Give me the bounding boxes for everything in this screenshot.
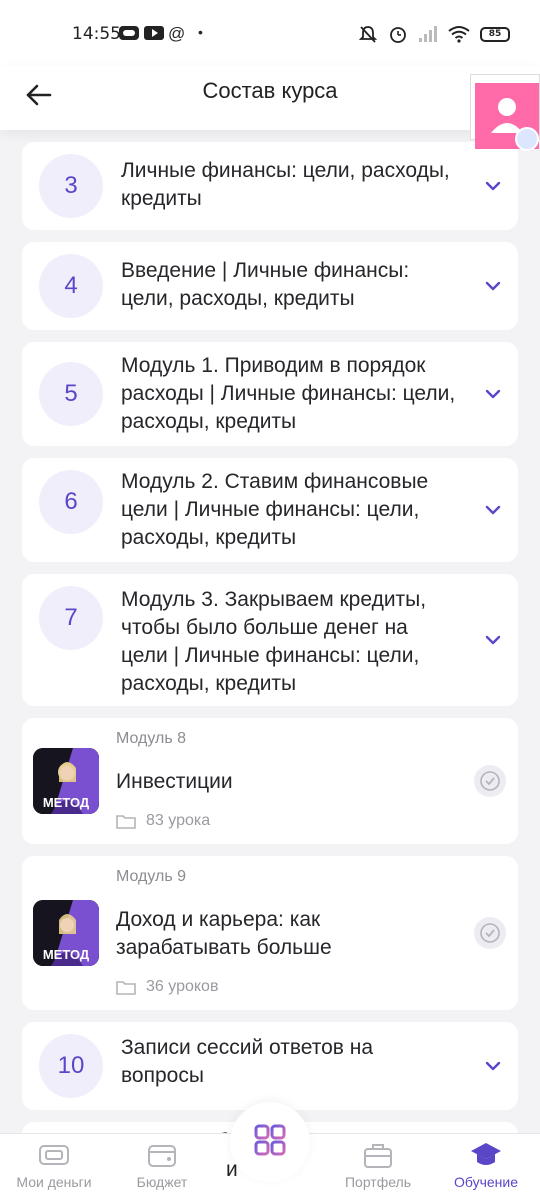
check-icon [474, 917, 506, 949]
bell-off-icon [358, 26, 378, 43]
module-lessons: 83 урока [116, 812, 210, 830]
module-thumb-text: МЕТОД [42, 795, 90, 810]
section-title: Модуль 3. Закрываем кредиты, чтобы было … [121, 588, 427, 695]
module-thumbnail: МЕТОД [33, 900, 99, 966]
chevron-down-icon[interactable] [484, 634, 502, 646]
module-lessons: 36 уроков [116, 978, 218, 996]
section-number: 7 [39, 586, 103, 650]
section-title: Личные финансы: цели, расходы, кредиты [121, 159, 450, 210]
section-title: Записи сессий ответов на вопросы [121, 1036, 374, 1087]
status-bar: 14:55 @ • 85 [0, 0, 540, 66]
nav-label: Бюджет [136, 1174, 188, 1190]
chevron-down-icon[interactable] [484, 388, 502, 400]
center-grid-button[interactable] [230, 1102, 310, 1182]
nav-item-portfolio[interactable]: Портфель [324, 1140, 432, 1190]
section-card[interactable]: 5 Модуль 1. Приводим в порядок расходы |… [22, 342, 518, 446]
section-number: 3 [39, 154, 103, 218]
nav-item-learning[interactable]: Обучение [432, 1140, 540, 1190]
budget-icon [148, 1145, 176, 1167]
folder-icon [116, 815, 136, 829]
section-number: 6 [39, 470, 103, 534]
dot-icon: • [198, 24, 203, 40]
module-label: Модуль 9 [116, 868, 187, 885]
module-title: Доход и карьера: как зарабатывать больше [116, 908, 332, 959]
chevron-down-icon[interactable] [484, 504, 502, 516]
chevron-down-icon[interactable] [484, 180, 502, 192]
app-header: Состав курса [0, 66, 540, 130]
section-number: 10 [39, 1034, 103, 1098]
youtube-icon [144, 26, 164, 40]
nav-label: Портфель [344, 1174, 412, 1190]
record-icon [119, 26, 139, 40]
course-list: 3 Личные финансы: цели, расходы, кредиты… [22, 142, 518, 1194]
section-card[interactable]: 7 Модуль 3. Закрываем кредиты, чтобы был… [22, 574, 518, 706]
module-card[interactable]: Модуль 9 МЕТОД Доход и карьера: как зара… [22, 856, 518, 1010]
status-time: 14:55 [72, 24, 121, 44]
graduation-cap-icon [471, 1143, 501, 1165]
section-card[interactable]: 3 Личные финансы: цели, расходы, кредиты [22, 142, 518, 230]
peek-text: и [226, 1158, 238, 1181]
nav-item-my-money[interactable]: Мои деньги [0, 1140, 108, 1190]
floating-widget[interactable] [470, 74, 540, 151]
status-icons: 85 [358, 24, 510, 44]
briefcase-icon [364, 1144, 392, 1168]
module-thumbnail: МЕТОД [33, 748, 99, 814]
lessons-count: 83 урока [146, 812, 211, 829]
check-icon [474, 765, 506, 797]
nav-item-budget[interactable]: Бюджет [108, 1140, 216, 1190]
section-card[interactable]: 6 Модуль 2. Ставим финансовые цели | Лич… [22, 458, 518, 562]
grid-icon [254, 1124, 286, 1156]
section-title: Модуль 1. Приводим в порядок расходы | Л… [121, 354, 456, 433]
module-title: Инвестиции [116, 770, 233, 793]
page-title: Состав курса [202, 78, 338, 103]
module-card[interactable]: Модуль 8 МЕТОД Инвестиции 83 урока [22, 718, 518, 844]
folder-icon [116, 981, 136, 995]
alarm-icon [390, 27, 406, 43]
module-label: Модуль 8 [116, 730, 187, 747]
chevron-down-icon[interactable] [484, 280, 502, 292]
wallet-icon [39, 1145, 69, 1165]
nav-label: Мои деньги [16, 1174, 92, 1190]
chevron-down-icon[interactable] [484, 1060, 502, 1072]
section-number: 4 [39, 254, 103, 318]
section-title: Введение | Личные финансы: цели, расходы… [121, 259, 410, 310]
wifi-icon [448, 26, 470, 43]
signal-icon [419, 26, 437, 42]
at-icon: @ [168, 24, 186, 43]
section-number: 5 [39, 362, 103, 426]
section-card[interactable]: 10 Записи сессий ответов на вопросы [22, 1022, 518, 1110]
module-thumb-text: МЕТОД [42, 947, 90, 962]
section-card[interactable]: 4 Введение | Личные финансы: цели, расхо… [22, 242, 518, 330]
section-title: Модуль 2. Ставим финансовые цели | Личны… [121, 470, 429, 549]
lessons-count: 36 уроков [146, 978, 219, 995]
battery-indicator: 85 [480, 26, 510, 42]
nav-label: Обучение [453, 1174, 519, 1190]
chat-bubble-icon [515, 127, 539, 151]
